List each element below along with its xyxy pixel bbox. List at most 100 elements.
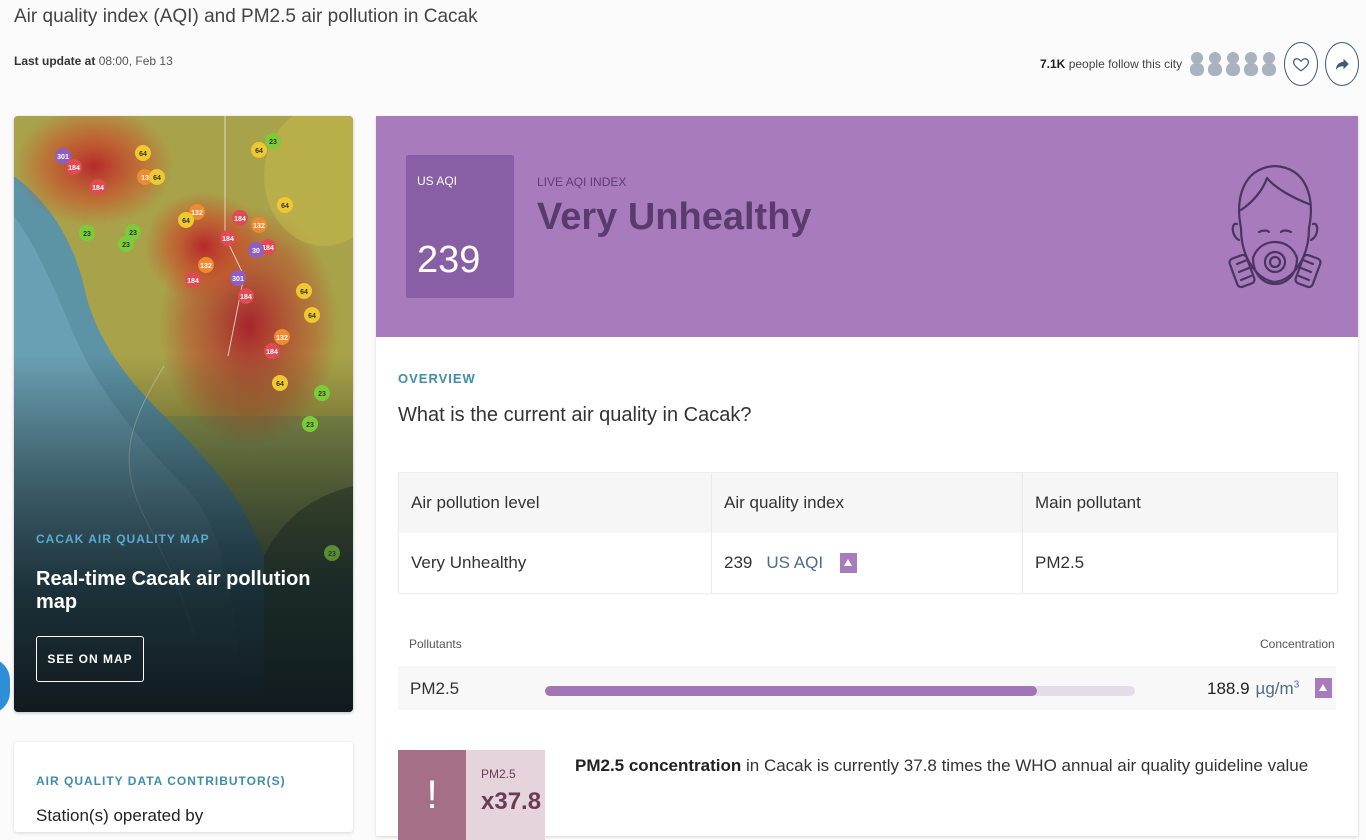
- map-marker[interactable]: 64: [272, 375, 288, 391]
- share-arrow-icon: [1336, 58, 1349, 70]
- table-header-aqi: Air quality index: [712, 473, 1023, 533]
- svg-text:132: 132: [276, 335, 288, 342]
- table-header-row: Air pollution level Air quality index Ma…: [399, 473, 1337, 533]
- followers-count: 7.1K: [1040, 57, 1066, 71]
- contributor-card: AIR QUALITY DATA CONTRIBUTOR(S) Station(…: [14, 742, 353, 832]
- follow-button[interactable]: [1284, 42, 1318, 86]
- svg-text:64: 64: [255, 148, 263, 155]
- last-update: Last update at 08:00, Feb 13: [14, 54, 173, 68]
- svg-text:301: 301: [232, 276, 244, 283]
- svg-text:184: 184: [92, 185, 104, 192]
- svg-text:184: 184: [222, 236, 234, 243]
- map-marker[interactable]: 23: [324, 545, 340, 561]
- pollutant-unit: µg/m3: [1255, 679, 1300, 698]
- who-text-bold: PM2.5 concentration: [575, 756, 742, 775]
- table-cell-aqi: 239 US AQI: [712, 533, 1023, 593]
- trend-up-icon: [1315, 678, 1332, 698]
- who-text-rest: in Cacak is currently 37.8 times the WHO…: [741, 756, 1309, 775]
- who-multiplier: x37.8: [481, 788, 542, 815]
- aqi-badge: US AQI 239: [406, 155, 514, 298]
- map-marker[interactable]: 64: [135, 145, 151, 161]
- map-marker[interactable]: 23: [302, 416, 318, 432]
- map-marker[interactable]: 23: [314, 385, 330, 401]
- map-marker[interactable]: 64: [149, 169, 165, 185]
- map-marker[interactable]: 184: [66, 159, 82, 175]
- contributor-text: Station(s) operated by: [36, 806, 204, 825]
- contributor-label: AIR QUALITY DATA CONTRIBUTOR(S): [36, 774, 286, 788]
- map-marker[interactable]: 30: [248, 242, 264, 258]
- map-marker[interactable]: 184: [238, 288, 254, 304]
- table-header-pollutant: Main pollutant: [1035, 493, 1141, 512]
- followers-text: 7.1K people follow this city: [1040, 57, 1182, 71]
- overview-label: OVERVIEW: [398, 371, 476, 386]
- table-cell-pollutant: PM2.5: [1035, 553, 1085, 572]
- who-pollutant: PM2.5: [481, 767, 516, 781]
- svg-text:132: 132: [191, 210, 203, 217]
- last-update-label: Last update at: [14, 54, 96, 68]
- pollutants-header: Pollutants: [409, 637, 462, 651]
- svg-text:184: 184: [187, 278, 199, 285]
- who-comparison-text: PM2.5 concentration in Cacak is currentl…: [575, 756, 1308, 776]
- warning-icon: !: [398, 750, 466, 840]
- svg-text:23: 23: [129, 230, 137, 237]
- map-marker[interactable]: 132: [251, 217, 267, 233]
- aqi-status: Very Unhealthy: [537, 196, 812, 238]
- map-card-label: CACAK AIR QUALITY MAP: [36, 532, 210, 546]
- page-title: Air quality index (AQI) and PM2.5 air po…: [14, 6, 478, 27]
- svg-text:132: 132: [200, 263, 212, 270]
- map-marker[interactable]: 23: [118, 236, 134, 252]
- svg-text:23: 23: [83, 231, 91, 238]
- trend-up-icon: [840, 553, 858, 573]
- last-update-value: 08:00, Feb 13: [98, 54, 173, 68]
- table-row: Very Unhealthy 239 US AQI PM2.5: [399, 533, 1337, 593]
- who-multiplier-badge: ! PM2.5 x37.8: [398, 750, 545, 840]
- map-card-title[interactable]: Real-time Cacak air pollution map: [36, 568, 353, 614]
- live-aqi-label: LIVE AQI INDEX: [537, 175, 627, 189]
- svg-text:23: 23: [318, 391, 326, 398]
- map-marker[interactable]: 64: [277, 197, 293, 213]
- aqi-unit: US AQI: [766, 553, 824, 572]
- map-marker[interactable]: 184: [185, 272, 201, 288]
- concentration-header: Concentration: [1260, 637, 1335, 651]
- map-marker[interactable]: 132: [274, 329, 290, 345]
- table-header-level: Air pollution level: [399, 473, 712, 533]
- map-marker[interactable]: 64: [296, 283, 312, 299]
- pollutant-row[interactable]: PM2.5 188.9 µg/m3: [398, 666, 1336, 710]
- map-marker[interactable]: 184: [232, 210, 248, 226]
- floating-action-button[interactable]: [0, 658, 10, 714]
- map-marker[interactable]: 132: [198, 257, 214, 273]
- map-marker[interactable]: 184: [264, 343, 280, 359]
- pollution-map: 301 184 184 64 13 64 64 23 132 64 184 13…: [14, 116, 353, 712]
- overview-question: What is the current air quality in Cacak…: [398, 404, 752, 426]
- aqi-badge-value: 239: [417, 239, 481, 281]
- svg-text:184: 184: [240, 294, 252, 301]
- map-marker[interactable]: 23: [265, 133, 281, 149]
- svg-text:64: 64: [281, 203, 289, 210]
- see-on-map-button[interactable]: SEE ON MAP: [36, 636, 144, 682]
- map-marker[interactable]: 184: [220, 230, 236, 246]
- avatar-icon: [1262, 52, 1276, 76]
- map-marker[interactable]: 301: [230, 270, 246, 286]
- aqi-badge-label: US AQI: [417, 174, 458, 188]
- svg-text:301: 301: [57, 154, 69, 161]
- share-button[interactable]: [1325, 42, 1359, 86]
- svg-text:64: 64: [300, 289, 308, 296]
- svg-text:30: 30: [252, 248, 260, 255]
- map-marker[interactable]: 23: [79, 225, 95, 241]
- svg-text:13: 13: [141, 175, 149, 182]
- svg-text:184: 184: [266, 349, 278, 356]
- map-card[interactable]: 301 184 184 64 13 64 64 23 132 64 184 13…: [14, 116, 353, 712]
- map-marker[interactable]: 64: [178, 212, 194, 228]
- map-marker[interactable]: 64: [304, 307, 320, 323]
- map-marker[interactable]: 184: [90, 179, 106, 195]
- map-marker[interactable]: 64: [251, 142, 267, 158]
- followers-label: people follow this city: [1068, 57, 1183, 71]
- svg-text:184: 184: [234, 216, 246, 223]
- heart-icon: [1292, 58, 1310, 72]
- gas-mask-person-icon: [1228, 164, 1322, 289]
- pollutant-name: PM2.5: [410, 679, 460, 698]
- svg-text:23: 23: [306, 422, 314, 429]
- svg-text:64: 64: [153, 175, 161, 182]
- aqi-main-card: US AQI 239 LIVE AQI INDEX Very Unhealthy: [376, 116, 1358, 840]
- concentration-bar-fill: [545, 686, 1038, 696]
